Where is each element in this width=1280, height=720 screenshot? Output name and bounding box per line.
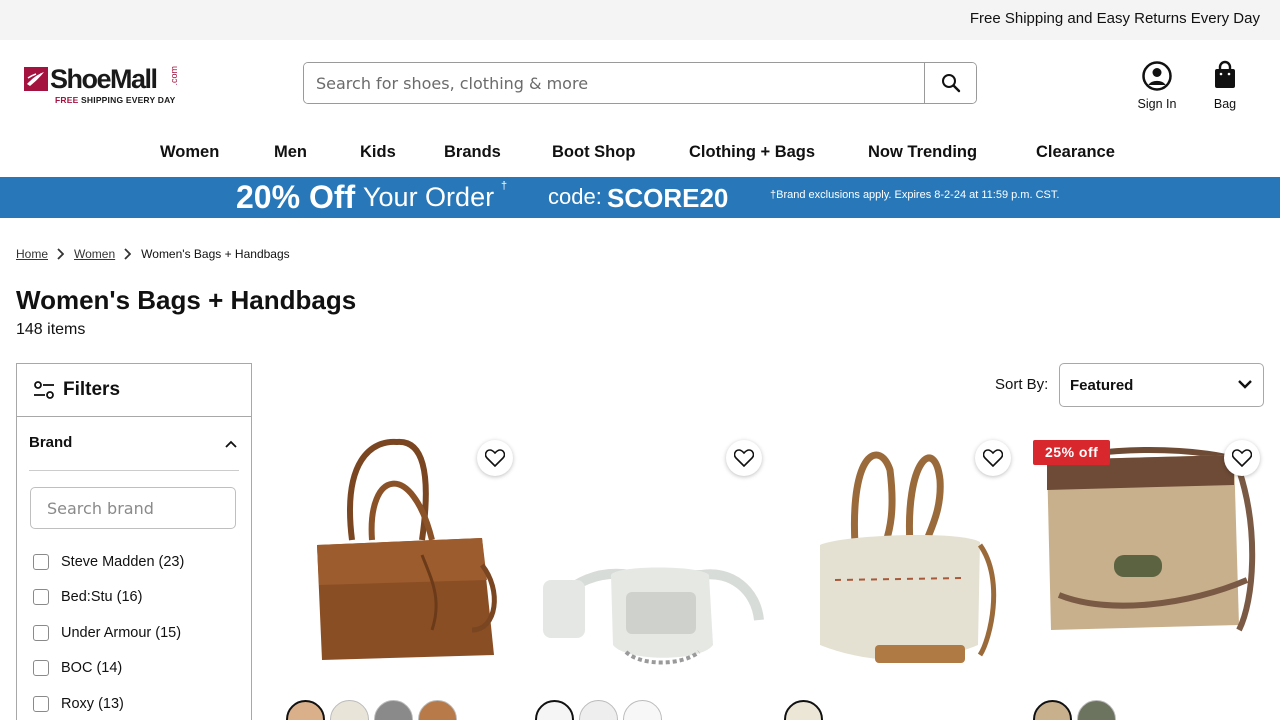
brand-option[interactable]: Steve Madden (23) <box>33 544 243 580</box>
shoemall-logo[interactable]: ShoeMall .com FREE SHIPPING EVERY DAY <box>24 64 184 108</box>
logo-tagline-free: FREE <box>55 95 79 105</box>
chevron-right-icon <box>56 248 65 260</box>
product-card[interactable]: 25% off <box>1029 430 1269 720</box>
nav-now-trending[interactable]: Now Trending <box>868 143 977 162</box>
color-swatch[interactable] <box>286 700 325 720</box>
color-swatch[interactable] <box>579 700 618 720</box>
color-swatch[interactable] <box>535 700 574 720</box>
bag-label: Bag <box>1213 97 1237 111</box>
wishlist-button[interactable] <box>975 440 1011 476</box>
search-button[interactable] <box>924 63 976 103</box>
logo-wordmark: ShoeMall <box>50 64 158 94</box>
brand-search-input[interactable] <box>30 487 236 529</box>
shopping-bag-icon <box>1215 60 1235 88</box>
shoe-logo-icon <box>24 67 48 91</box>
promo-code: SCORE20 <box>607 183 729 213</box>
sign-in-label: Sign In <box>1137 97 1177 111</box>
brand-option-label: Bed:Stu (16) <box>61 589 143 606</box>
brand-option-label: BOC (14) <box>61 660 123 677</box>
brand-option[interactable]: Bed:Stu (16) <box>33 580 243 616</box>
wishlist-button[interactable] <box>1224 440 1260 476</box>
sort-value: Featured <box>1070 377 1134 394</box>
logo-com: .com <box>169 66 179 86</box>
sort-select[interactable]: Featured <box>1059 363 1264 407</box>
sliders-icon <box>34 381 54 399</box>
color-swatch[interactable] <box>623 700 662 720</box>
nav-women[interactable]: Women <box>160 143 219 162</box>
checkbox[interactable] <box>33 660 49 677</box>
item-count: 148 items <box>16 321 86 338</box>
filters-title: Filters <box>63 379 121 400</box>
color-swatch[interactable] <box>374 700 413 720</box>
breadcrumb-current: Women's Bags + Handbags <box>141 247 290 261</box>
nav-men[interactable]: Men <box>274 143 307 162</box>
promo-fine-print: †Brand exclusions apply. Expires 8-2-24 … <box>770 189 1060 201</box>
sign-in-button[interactable]: Sign In <box>1127 60 1187 112</box>
search-box <box>303 62 977 104</box>
color-swatches <box>1033 700 1121 720</box>
nav-clothing-bags[interactable]: Clothing + Bags <box>689 143 815 162</box>
logo-tagline-rest: SHIPPING EVERY DAY <box>78 95 176 105</box>
bag-button[interactable]: Bag <box>1195 60 1255 112</box>
heart-icon <box>485 449 505 467</box>
search-icon <box>941 74 960 93</box>
nav-brands[interactable]: Brands <box>444 143 501 162</box>
promo-headline-bold: 20% Off <box>236 179 356 215</box>
checkbox[interactable] <box>33 624 49 641</box>
divider <box>29 470 239 471</box>
checkbox[interactable] <box>33 589 49 606</box>
breadcrumb-home[interactable]: Home <box>16 247 48 261</box>
search-input[interactable] <box>304 63 926 103</box>
product-card[interactable] <box>780 430 1020 720</box>
wishlist-button[interactable] <box>477 440 513 476</box>
color-swatch[interactable] <box>1033 700 1072 720</box>
color-swatch[interactable] <box>418 700 457 720</box>
nav-boot-shop[interactable]: Boot Shop <box>552 143 635 162</box>
heart-icon <box>1232 449 1252 467</box>
brand-option-label: Steve Madden (23) <box>61 553 185 570</box>
chevron-down-icon <box>1238 380 1252 389</box>
breadcrumb: Home Women Women's Bags + Handbags <box>16 246 290 262</box>
heart-icon <box>734 449 754 467</box>
main-nav: Women Men Kids Brands Boot Shop Clothing… <box>0 143 1280 167</box>
shipping-banner-text: Free Shipping and Easy Returns Every Day <box>969 10 1260 27</box>
color-swatches <box>535 700 667 720</box>
nav-kids[interactable]: Kids <box>360 143 396 162</box>
wishlist-button[interactable] <box>726 440 762 476</box>
brand-option[interactable]: BOC (14) <box>33 651 243 687</box>
heart-icon <box>983 449 1003 467</box>
color-swatches <box>784 700 828 720</box>
filters-header[interactable]: Filters <box>17 364 251 417</box>
promo-code-label: code: <box>548 184 602 209</box>
color-swatch[interactable] <box>1077 700 1116 720</box>
promo-banner[interactable]: 20% Off Your Order † code: SCORE20 †Bran… <box>0 177 1280 218</box>
product-card[interactable] <box>531 430 771 720</box>
chevron-up-icon[interactable] <box>225 440 237 448</box>
discount-badge: 25% off <box>1033 440 1111 465</box>
checkbox[interactable] <box>33 553 49 570</box>
product-card[interactable] <box>282 430 522 720</box>
color-swatch[interactable] <box>330 700 369 720</box>
color-swatches <box>286 700 462 720</box>
promo-dagger: † <box>501 180 508 192</box>
brand-option[interactable]: Under Armour (15) <box>33 615 243 651</box>
brand-list: Steve Madden (23) Bed:Stu (16) Under Arm… <box>33 544 243 720</box>
brand-option-label: Under Armour (15) <box>61 624 182 641</box>
filters-panel: Filters Brand Steve Madden (23) Bed:Stu … <box>16 363 252 720</box>
promo-headline-rest: Your Order <box>363 182 495 212</box>
checkbox[interactable] <box>33 695 49 712</box>
brand-option-label: Roxy (13) <box>61 695 124 712</box>
color-swatch[interactable] <box>784 700 823 720</box>
page-title: Women's Bags + Handbags <box>16 285 357 315</box>
chevron-right-icon <box>123 248 132 260</box>
account-icon <box>1142 61 1172 91</box>
brand-filter-toggle[interactable]: Brand <box>29 434 239 451</box>
nav-clearance[interactable]: Clearance <box>1036 143 1115 162</box>
brand-option[interactable]: Roxy (13) <box>33 686 243 720</box>
logo-tagline: FREE SHIPPING EVERY DAY <box>55 95 176 105</box>
breadcrumb-women[interactable]: Women <box>74 247 115 261</box>
sort-label: Sort By: <box>995 376 1049 393</box>
shipping-banner: Free Shipping and Easy Returns Every Day <box>0 0 1280 40</box>
